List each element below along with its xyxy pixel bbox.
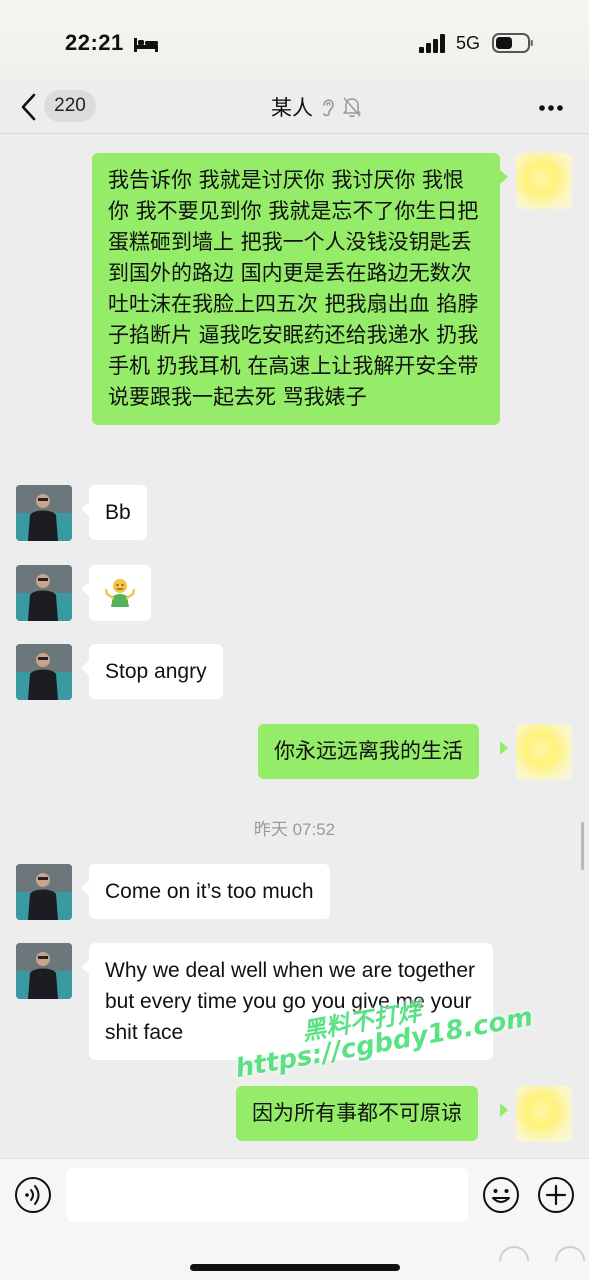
friend-avatar-image bbox=[16, 644, 72, 700]
unread-count-badge[interactable]: 220 bbox=[44, 90, 96, 122]
message-bubble-friend[interactable]: Come on it’s too much bbox=[89, 864, 330, 919]
message-bubble-friend[interactable]: Stop angry bbox=[89, 644, 223, 699]
bubble-tail bbox=[500, 741, 508, 755]
ghost-icons bbox=[499, 1246, 585, 1261]
message-bubble-self[interactable]: 你永远远离我的生活 bbox=[258, 724, 479, 779]
bed-icon bbox=[134, 38, 158, 52]
friend-avatar[interactable] bbox=[16, 485, 72, 541]
friend-avatar-image bbox=[16, 864, 72, 920]
signal-icon bbox=[419, 34, 445, 53]
friend-avatar-image bbox=[16, 943, 72, 999]
message-bubble-friend[interactable]: Bb bbox=[89, 485, 147, 540]
bubble-tail bbox=[81, 582, 89, 596]
scrollbar[interactable] bbox=[581, 822, 584, 870]
nav-divider bbox=[0, 133, 589, 134]
friend-avatar[interactable] bbox=[16, 565, 72, 621]
bubble-tail bbox=[81, 960, 89, 974]
shrug-emoji-icon bbox=[105, 579, 135, 607]
friend-avatar[interactable] bbox=[16, 943, 72, 999]
chat-title[interactable]: 某人 bbox=[271, 92, 313, 122]
plus-icon[interactable] bbox=[537, 1176, 575, 1214]
message-bubble-self[interactable]: 我告诉你 我就是讨厌你 我讨厌你 我恨你 我不要见到你 我就是忘不了你生日把蛋糕… bbox=[92, 153, 500, 425]
bubble-tail bbox=[81, 661, 89, 675]
mute-icon bbox=[343, 97, 361, 118]
friend-avatar-image bbox=[16, 485, 72, 541]
emoji-icon[interactable] bbox=[482, 1176, 520, 1214]
battery-icon bbox=[492, 33, 533, 53]
message-input[interactable] bbox=[66, 1168, 468, 1222]
bubble-tail bbox=[81, 881, 89, 895]
nav-bar: 220 某人 bbox=[0, 80, 589, 134]
self-avatar[interactable] bbox=[516, 724, 572, 780]
status-bar: 22:21 5G bbox=[0, 0, 589, 88]
home-indicator[interactable] bbox=[190, 1264, 400, 1271]
status-time: 22:21 bbox=[65, 30, 124, 55]
bubble-tail bbox=[500, 170, 508, 184]
input-bar bbox=[0, 1158, 589, 1280]
friend-avatar[interactable] bbox=[16, 644, 72, 700]
self-avatar[interactable] bbox=[516, 1086, 572, 1142]
bubble-tail bbox=[500, 1103, 508, 1117]
self-avatar[interactable] bbox=[516, 153, 572, 209]
bubble-tail bbox=[81, 502, 89, 516]
message-bubble-friend-emoji[interactable] bbox=[89, 565, 151, 621]
voice-icon[interactable] bbox=[14, 1176, 52, 1214]
friend-avatar-image bbox=[16, 565, 72, 621]
network-label: 5G bbox=[456, 33, 481, 53]
more-icon[interactable] bbox=[538, 104, 564, 112]
back-icon[interactable] bbox=[18, 92, 40, 122]
message-timestamp: 昨天 07:52 bbox=[253, 820, 336, 839]
ear-icon bbox=[323, 99, 334, 117]
friend-avatar[interactable] bbox=[16, 864, 72, 920]
